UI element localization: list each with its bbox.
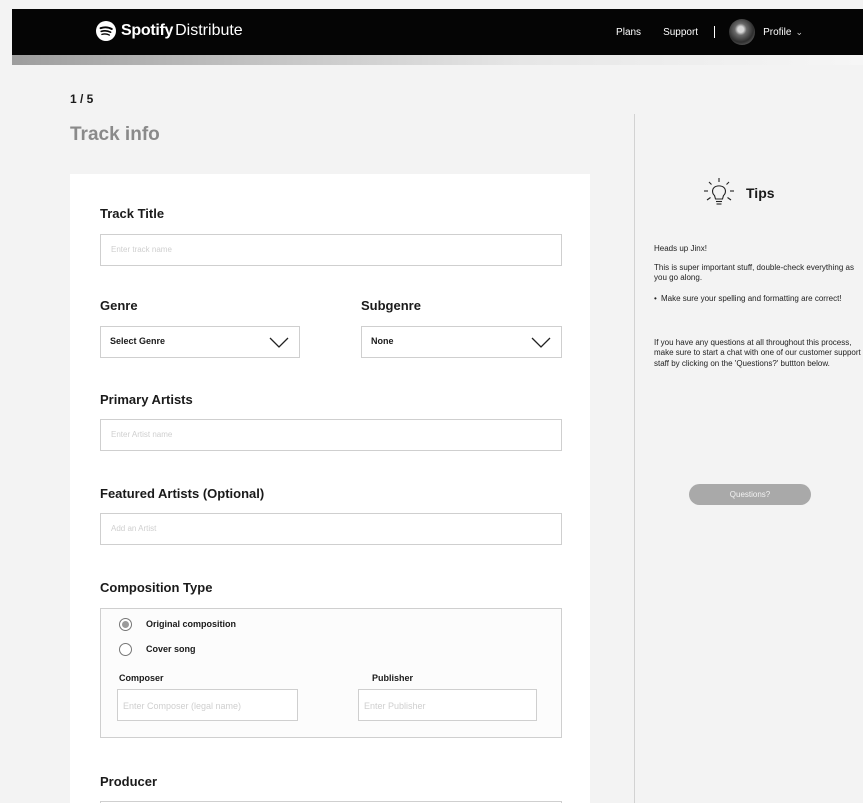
publisher-input[interactable]: Enter Publisher — [358, 689, 537, 721]
primary-artists-placeholder: Enter Artist name — [111, 430, 173, 439]
progress-bar — [12, 55, 863, 65]
tips-paragraph-1: This is super important stuff, double-ch… — [654, 263, 854, 283]
nav-plans-link[interactable]: Plans — [616, 27, 641, 38]
track-info-form: Track Title Enter track name Genre Selec… — [70, 174, 590, 803]
genre-label: Genre — [100, 298, 138, 313]
composer-input[interactable]: Enter Composer (legal name) — [117, 689, 298, 721]
tips-paragraph-2: If you have any questions at all through… — [654, 338, 861, 368]
publisher-label: Publisher — [372, 673, 414, 683]
chevron-down-icon: ⌄ — [795, 26, 803, 37]
bullet-dot: • — [654, 294, 657, 303]
radio-original-composition-label[interactable]: Original composition — [146, 619, 236, 629]
radio-original-composition[interactable] — [119, 618, 132, 631]
tips-header: Tips — [702, 176, 775, 210]
profile-menu[interactable]: Profile ⌄ — [729, 19, 803, 45]
track-title-label: Track Title — [100, 206, 165, 221]
subgenre-value: None — [371, 336, 394, 346]
tips-greeting: Heads up Jinx! — [654, 244, 707, 253]
step-indicator: 1 / 5 — [70, 92, 94, 106]
subgenre-select[interactable]: None — [361, 326, 562, 358]
header-nav: Plans Support Profile ⌄ — [616, 9, 863, 55]
primary-artists-input[interactable]: Enter Artist name — [100, 419, 562, 451]
chevron-down-icon — [531, 337, 551, 348]
top-header: Spotify Distribute Plans Support Profile… — [12, 9, 863, 55]
producer-label: Producer — [100, 774, 158, 789]
radio-cover-song[interactable] — [119, 643, 132, 656]
primary-artists-label: Primary Artists — [100, 392, 193, 407]
logo-subtitle: Distribute — [175, 22, 243, 39]
subgenre-label: Subgenre — [361, 298, 421, 313]
questions-button[interactable]: Questions? — [689, 484, 811, 505]
page-title: Track info — [70, 124, 160, 145]
publisher-placeholder: Enter Publisher — [364, 701, 426, 711]
composition-type-group: Original composition Cover song Composer… — [100, 608, 562, 738]
nav-support-link[interactable]: Support — [663, 27, 698, 38]
featured-artists-input[interactable]: Add an Artist — [100, 513, 562, 545]
track-title-placeholder: Enter track name — [111, 245, 172, 254]
tips-bullet: • Make sure your spelling and formatting… — [654, 294, 862, 304]
radio-cover-song-label[interactable]: Cover song — [146, 644, 196, 654]
composer-label: Composer — [119, 673, 164, 683]
profile-avatar — [729, 19, 756, 45]
lightbulb-icon — [704, 178, 734, 205]
featured-artists-label: Featured Artists (Optional) — [100, 486, 265, 501]
tips-bullet-text: Make sure your spelling and formatting a… — [661, 294, 842, 303]
spotify-logo-icon — [96, 21, 116, 41]
composition-type-label: Composition Type — [100, 580, 213, 595]
chevron-down-icon — [269, 337, 289, 348]
nav-divider — [714, 26, 716, 38]
composer-placeholder: Enter Composer (legal name) — [123, 701, 242, 711]
genre-value: Select Genre — [110, 336, 166, 346]
spotify-distribute-logo[interactable]: Spotify Distribute — [96, 21, 243, 41]
track-title-input[interactable]: Enter track name — [100, 234, 562, 266]
logo-wordmark: Spotify — [121, 22, 174, 39]
tips-title: Tips — [746, 185, 775, 201]
panel-divider — [634, 114, 635, 803]
featured-artists-placeholder: Add an Artist — [111, 524, 157, 533]
profile-label: Profile — [763, 26, 792, 38]
genre-select[interactable]: Select Genre — [100, 326, 300, 358]
